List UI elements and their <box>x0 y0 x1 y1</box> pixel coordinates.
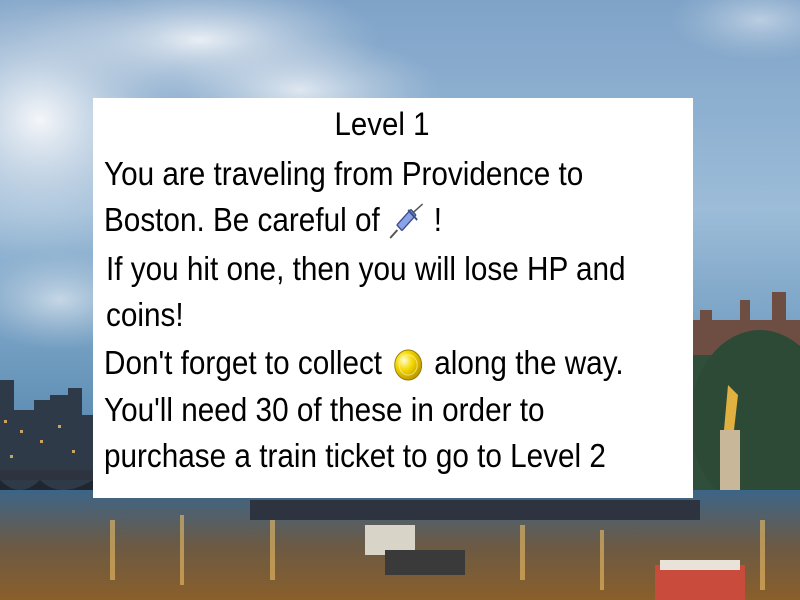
instruction-line-3: If you hit one, then you will lose HP an… <box>106 250 626 287</box>
level-intro-dialog: Level 1 You are traveling from Providenc… <box>93 98 693 498</box>
level-title: Level 1 <box>334 106 430 142</box>
instruction-line-2-end: ! <box>433 201 442 238</box>
instruction-line-5-text: Don't forget to collect <box>104 344 383 381</box>
coin-icon <box>394 349 423 381</box>
instruction-line-5: Don't forget to collect along the way. <box>104 345 624 382</box>
instruction-line-6: You'll need 30 of these in order to <box>104 391 545 428</box>
instruction-line-5-end: along the way. <box>434 344 624 381</box>
instruction-line-7: purchase a train ticket to go to Level 2 <box>104 437 606 474</box>
instruction-line-1: You are traveling from Providence to <box>104 155 584 192</box>
instruction-line-2: Boston. Be careful of ! <box>104 202 442 242</box>
instruction-line-4: coins! <box>106 296 184 333</box>
instruction-line-2-text: Boston. Be careful of <box>104 201 380 238</box>
syringe-icon <box>389 203 424 239</box>
